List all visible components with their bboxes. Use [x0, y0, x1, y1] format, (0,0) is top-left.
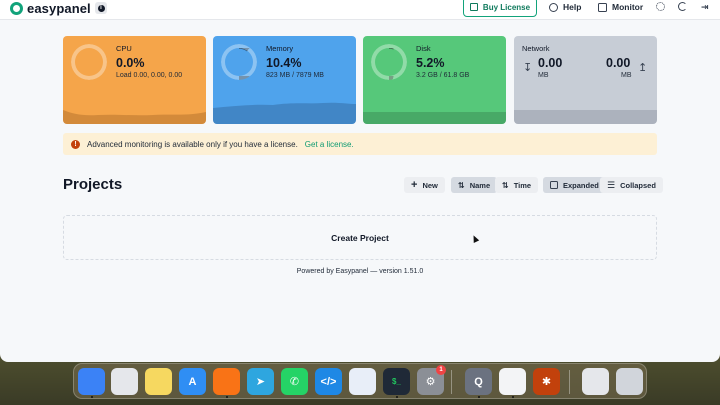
- cpu-sparkline: [63, 110, 206, 124]
- cpu-chip-icon: [81, 54, 97, 70]
- brave-icon[interactable]: [213, 368, 240, 395]
- create-project-label: Create Project: [331, 232, 389, 243]
- disk-value: 5.2%: [416, 56, 445, 70]
- memory-card: Memory 10.4% 823 MB / 7879 MB: [213, 36, 356, 124]
- easypanel-logo-icon: [10, 1, 23, 15]
- finder-icon[interactable]: [78, 368, 105, 395]
- view-expanded-label: Expanded: [563, 180, 599, 190]
- disk-sparkline: [363, 112, 506, 124]
- brave-running-dot: [226, 396, 228, 398]
- list-icon: ☰: [607, 179, 616, 190]
- network-down-value: 0.00: [538, 56, 563, 70]
- memory-usage: 823 MB / 7879 MB: [266, 72, 324, 79]
- chrome-running-dot: [512, 396, 514, 398]
- dock-separator-2: [569, 370, 570, 394]
- help-link[interactable]: Help: [549, 2, 581, 12]
- monitor-icon: [598, 2, 607, 12]
- memory-value: 10.4%: [266, 56, 302, 70]
- memory-sparkline: [213, 102, 356, 124]
- network-sparkline: [514, 110, 657, 124]
- view-collapsed-label: Collapsed: [620, 180, 656, 190]
- network-up-unit: MB: [621, 72, 632, 79]
- sort-name-label: Name: [469, 180, 491, 190]
- top-bar: easypanel i Buy License Help Monitor ⇥: [0, 0, 720, 20]
- sort-icon: ⇅: [458, 180, 465, 190]
- plus-icon: +: [411, 179, 418, 191]
- monitor-label: Monitor: [612, 2, 644, 12]
- alert-text: Advanced monitoring is available only if…: [87, 139, 298, 149]
- app-store-icon[interactable]: A: [179, 368, 206, 395]
- document-icon[interactable]: [582, 368, 609, 395]
- quicktime-icon[interactable]: Q: [465, 368, 492, 395]
- gift-icon: [469, 3, 478, 11]
- quicktime-running-dot: [478, 396, 480, 398]
- grid-icon: [550, 181, 558, 189]
- logout-icon: ⇥: [701, 2, 709, 12]
- buy-license-label: Buy License: [482, 2, 531, 12]
- logout-button[interactable]: ⇥: [701, 2, 709, 13]
- license-alert: ! Advanced monitoring is available only …: [63, 133, 657, 155]
- telegram-icon[interactable]: ➤: [247, 368, 274, 395]
- cpu-gauge: [71, 44, 107, 80]
- get-license-link[interactable]: Get a license.: [305, 140, 354, 149]
- finder-running-dot: [91, 396, 93, 398]
- terminal-running-dot: [396, 396, 398, 398]
- help-label: Help: [563, 2, 582, 12]
- brand-logo[interactable]: easypanel: [10, 0, 91, 16]
- buy-license-button[interactable]: Buy License: [463, 0, 537, 17]
- chrome-icon[interactable]: [499, 368, 526, 395]
- view-expanded-button[interactable]: Expanded: [543, 177, 606, 193]
- view-collapsed-button[interactable]: ☰ Collapsed: [600, 177, 663, 193]
- footer-text: Powered by Easypanel — version 1.51.0: [296, 268, 424, 275]
- sort-time-button[interactable]: ⇅ Time: [495, 177, 539, 193]
- memory-gauge: [221, 44, 257, 80]
- alert-icon: !: [71, 139, 80, 149]
- whatsapp-icon[interactable]: ✆: [281, 368, 308, 395]
- disk-card: Disk 5.2% 3.2 GB / 61.8 GB: [363, 36, 506, 124]
- monitor-link[interactable]: Monitor: [598, 2, 643, 12]
- settings-badge: 1: [436, 365, 446, 375]
- new-label: New: [422, 180, 438, 190]
- trash-icon[interactable]: [616, 368, 643, 395]
- settings-button[interactable]: [656, 2, 665, 11]
- vscode-icon[interactable]: </>: [315, 368, 342, 395]
- network-up-value: 0.00: [606, 56, 631, 70]
- notes-icon[interactable]: [145, 368, 172, 395]
- dock-separator: [451, 370, 452, 394]
- moon-icon: [678, 2, 687, 11]
- network-label: Network: [522, 44, 550, 53]
- disk-usage: 3.2 GB / 61.8 GB: [416, 72, 470, 79]
- sort-time-label: Time: [513, 180, 532, 190]
- disk-label: Disk: [416, 44, 431, 53]
- upload-icon: ↥: [638, 62, 648, 74]
- new-project-button[interactable]: + New: [404, 177, 445, 193]
- mail-app-icon[interactable]: [349, 368, 376, 395]
- terminal-icon[interactable]: $_: [383, 368, 410, 395]
- perplexity-icon[interactable]: ✱: [533, 368, 560, 395]
- brand-name: easypanel: [27, 0, 91, 16]
- network-card: Network ↧ 0.00 MB 0.00 MB ↥: [514, 36, 657, 124]
- memory-icon: [231, 54, 247, 70]
- cpu-label: CPU: [116, 44, 132, 53]
- launchpad-icon[interactable]: [111, 368, 138, 395]
- app-window: easypanel i Buy License Help Monitor ⇥ C…: [0, 0, 720, 362]
- sort-time-icon: ⇅: [502, 180, 509, 190]
- disk-icon: [381, 54, 397, 70]
- disk-gauge: [371, 44, 407, 80]
- gear-icon: [656, 2, 665, 11]
- download-icon: ↧: [523, 62, 533, 74]
- macos-dock: A ➤ ✆ </> $_ ⚙ 1 Q ✱: [73, 363, 647, 399]
- sort-name-button[interactable]: ⇅ Name: [451, 177, 498, 193]
- projects-title: Projects: [63, 176, 123, 193]
- help-icon: [549, 2, 558, 12]
- cpu-value: 0.0%: [116, 56, 145, 70]
- memory-label: Memory: [266, 44, 294, 53]
- cpu-load: Load 0.00, 0.00, 0.00: [116, 72, 183, 79]
- network-down-unit: MB: [538, 72, 549, 79]
- info-icon: i: [97, 4, 105, 12]
- info-button[interactable]: i: [95, 2, 107, 14]
- cpu-card: CPU 0.0% Load 0.00, 0.00, 0.00: [63, 36, 206, 124]
- create-project-button[interactable]: Create Project: [63, 215, 657, 260]
- theme-toggle-button[interactable]: [678, 2, 687, 11]
